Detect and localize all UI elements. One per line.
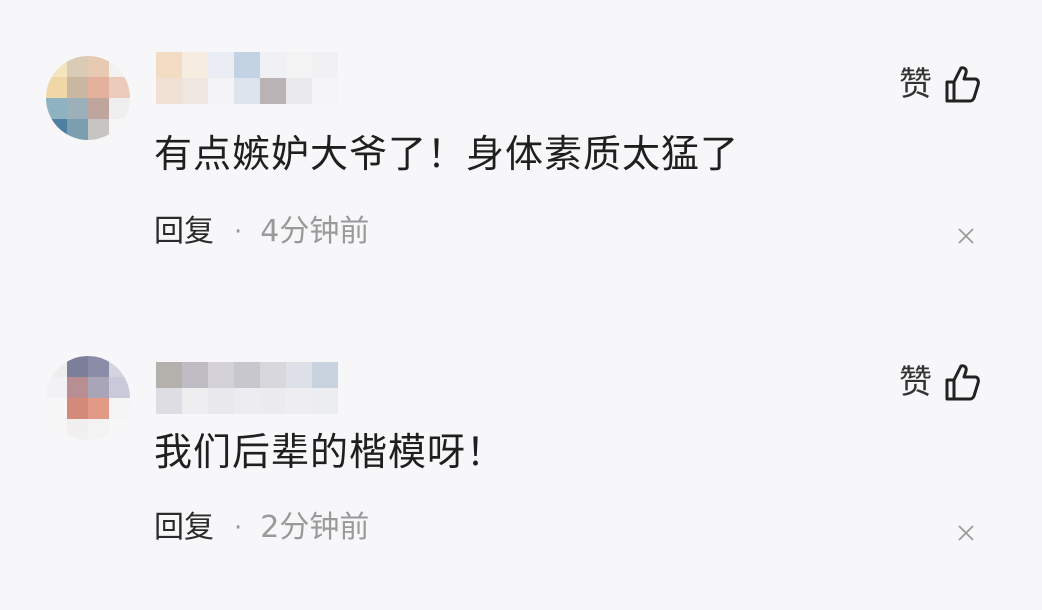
username-redacted[interactable] [156,52,338,104]
avatar-mosaic [46,356,130,440]
avatar-tile [67,419,88,440]
avatar-tile [67,398,88,419]
like-label: 赞 [899,362,932,401]
avatar-tile [109,119,130,140]
username-tile [260,362,286,388]
avatar-tile [67,56,88,77]
username-tile [182,388,208,414]
username-tile [208,78,234,104]
separator-dot: · [234,217,243,247]
username-tile [286,388,312,414]
username-tile [260,52,286,78]
avatar-tile [67,356,88,377]
username-tile [156,52,182,78]
username-tile [234,78,260,104]
avatar-tile [67,77,88,98]
avatar-tile [88,77,109,98]
like-label: 赞 [899,64,932,103]
username-tile [286,362,312,388]
username-tile [156,362,182,388]
close-icon[interactable] [956,523,976,543]
comment-item: 赞 有点嫉妒大爷了！身体素质太猛了 回复 · 4分钟前 [0,0,1042,300]
comment-item: 赞 我们后辈的楷模呀！ 回复 · 2分钟前 [0,300,1042,610]
avatar-tile [109,356,130,377]
thumbs-up-icon [945,364,980,401]
like-button[interactable]: 赞 [899,64,980,104]
avatar-tile [46,377,67,398]
username-tile [260,388,286,414]
avatar-tile [46,356,67,377]
comment-text: 我们后辈的楷模呀！ [154,430,506,474]
username-tile [182,78,208,104]
username-tile [208,52,234,78]
username-tile [208,362,234,388]
avatar-tile [109,419,130,440]
username-tile [286,78,312,104]
username-tile [312,388,338,414]
comment-meta: 回复 · 2分钟前 [154,508,369,548]
username-tile [156,388,182,414]
separator-dot: · [234,513,243,543]
avatar-tile [67,98,88,119]
reply-button[interactable]: 回复 [154,212,214,252]
username-tile [208,388,234,414]
username-tile [182,52,208,78]
avatar-tile [46,98,67,119]
avatar[interactable] [46,56,130,140]
avatar-tile [88,56,109,77]
like-button[interactable]: 赞 [899,362,980,402]
username-tile [182,362,208,388]
avatar-tile [88,119,109,140]
avatar-tile [88,356,109,377]
avatar-tile [67,119,88,140]
comment-meta: 回复 · 4分钟前 [154,212,369,252]
avatar-tile [88,398,109,419]
username-tile [312,78,338,104]
avatar-tile [67,377,88,398]
username-tile [312,52,338,78]
avatar-tile [109,77,130,98]
avatar-tile [109,56,130,77]
avatar-tile [88,419,109,440]
close-icon[interactable] [956,226,976,246]
username-tile [312,362,338,388]
username-tile [234,362,260,388]
username-tile [260,78,286,104]
username-tile [234,52,260,78]
timestamp: 2分钟前 [260,510,370,545]
comment-list: 赞 有点嫉妒大爷了！身体素质太猛了 回复 · 4分钟前 赞 我们后辈的楷模呀！ … [0,0,1042,610]
timestamp: 4分钟前 [260,214,370,249]
avatar-tile [46,119,67,140]
avatar[interactable] [46,356,130,440]
username-tile [234,388,260,414]
avatar-tile [88,377,109,398]
avatar-tile [46,77,67,98]
avatar-tile [109,377,130,398]
comment-text: 有点嫉妒大爷了！身体素质太猛了 [154,132,740,176]
avatar-tile [109,398,130,419]
avatar-mosaic [46,56,130,140]
avatar-tile [88,98,109,119]
avatar-tile [46,398,67,419]
username-tile [156,78,182,104]
avatar-tile [46,419,67,440]
username-tile [286,52,312,78]
avatar-tile [109,98,130,119]
username-redacted[interactable] [156,362,338,414]
reply-button[interactable]: 回复 [154,508,214,548]
avatar-tile [46,56,67,77]
thumbs-up-icon [945,66,980,103]
